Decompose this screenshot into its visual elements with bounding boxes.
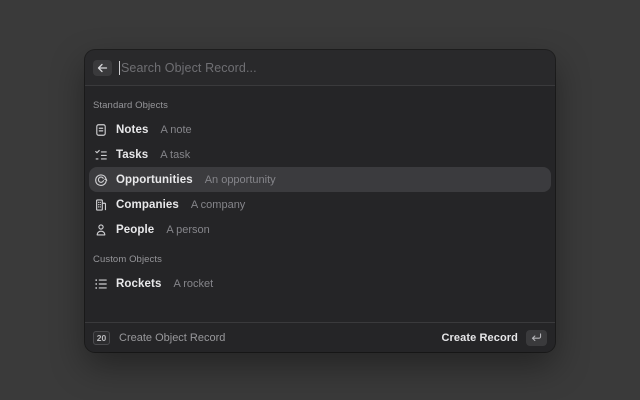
list-icon <box>93 276 108 291</box>
arrow-left-icon <box>97 63 108 73</box>
object-row-label: Opportunities <box>116 174 193 186</box>
return-key-icon[interactable] <box>526 330 547 346</box>
object-row-notes[interactable]: Notes A note <box>89 117 551 142</box>
shortcut-badge: 20 <box>93 331 110 345</box>
footer-action-label: Create Object Record <box>119 332 225 344</box>
search-placeholder: Search Object Record... <box>121 61 257 75</box>
object-row-label: Companies <box>116 199 179 211</box>
object-list: Standard Objects Notes A note Tasks A ta… <box>85 86 555 322</box>
object-row-opportunities[interactable]: Opportunities An opportunity <box>89 167 551 192</box>
companies-building-icon <box>93 197 108 212</box>
object-row-description: A note <box>160 124 191 136</box>
tasks-checklist-icon <box>93 147 108 162</box>
object-row-description: A rocket <box>173 278 213 290</box>
object-row-label: Notes <box>116 124 148 136</box>
section-header-custom-objects: Custom Objects <box>89 242 551 271</box>
back-button[interactable] <box>93 60 112 76</box>
object-row-description: A person <box>166 224 209 236</box>
object-row-companies[interactable]: Companies A company <box>89 192 551 217</box>
object-row-label: People <box>116 224 154 236</box>
modal-footer: 20 Create Object Record Create Record <box>85 322 555 352</box>
object-row-description: A task <box>160 149 190 161</box>
search-input[interactable]: Search Object Record... <box>119 61 547 75</box>
object-row-tasks[interactable]: Tasks A task <box>89 142 551 167</box>
person-icon <box>93 222 108 237</box>
object-row-label: Rockets <box>116 278 161 290</box>
object-row-description: An opportunity <box>205 174 276 186</box>
text-cursor <box>119 61 120 75</box>
create-record-button[interactable]: Create Record <box>442 332 519 344</box>
object-row-people[interactable]: People A person <box>89 217 551 242</box>
section-header-standard-objects: Standard Objects <box>89 92 551 117</box>
note-icon <box>93 122 108 137</box>
object-row-description: A company <box>191 199 245 211</box>
opportunities-target-icon <box>93 172 108 187</box>
object-row-rockets[interactable]: Rockets A rocket <box>89 271 551 296</box>
modal-header: Search Object Record... <box>85 50 555 86</box>
search-object-record-modal: Search Object Record... Standard Objects… <box>85 50 555 352</box>
object-row-label: Tasks <box>116 149 148 161</box>
